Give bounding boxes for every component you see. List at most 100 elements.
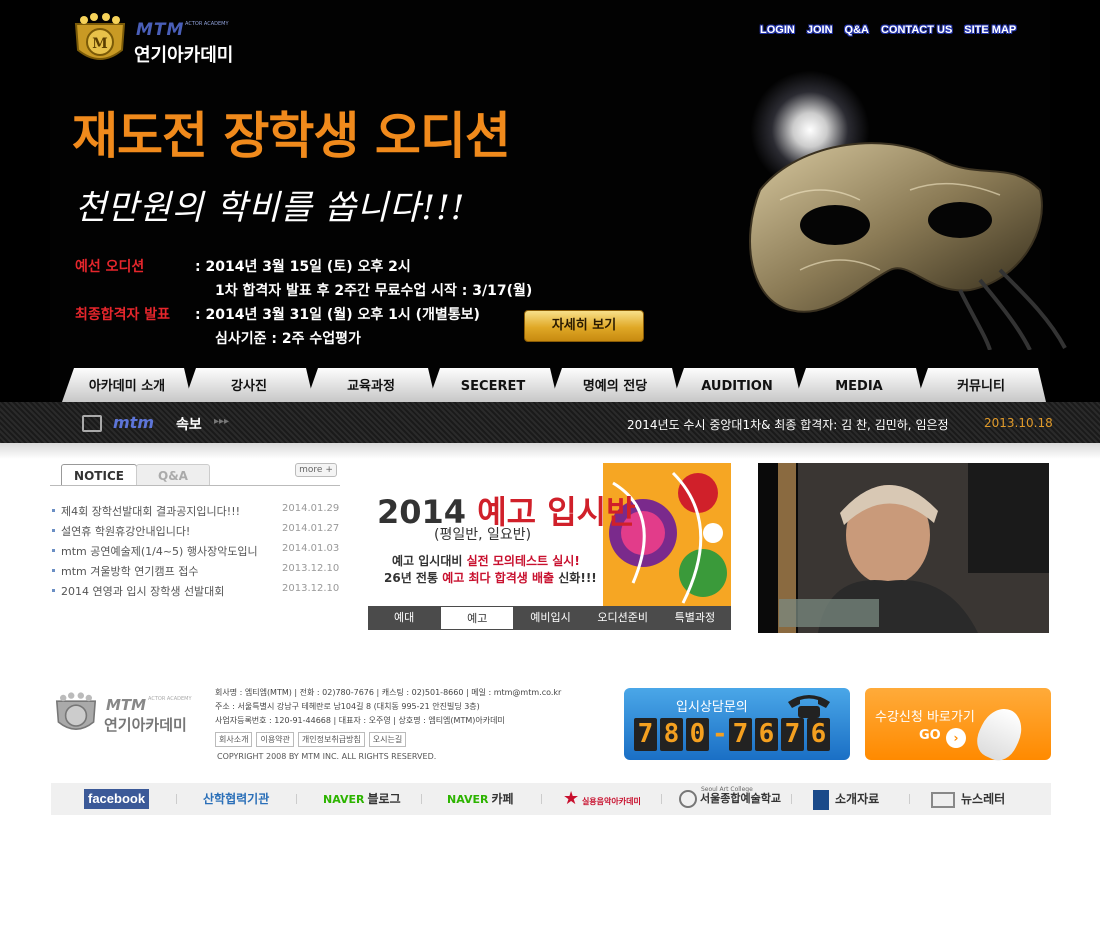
contact-us-link[interactable]: CONTACT US <box>881 24 952 36</box>
phone-dash: - <box>712 719 728 749</box>
industry-partners-link[interactable]: 산학협력기관 <box>203 783 269 815</box>
notice-item[interactable]: 2014 연영과 입시 장학생 선발대회 2013.12.10 <box>52 583 340 601</box>
bullet-icon <box>52 509 55 512</box>
notice-date: 2013.12.10 <box>282 563 340 574</box>
final-announcement-label: 최종합격자 발표 <box>75 307 171 323</box>
notice-date: 2014.01.27 <box>282 523 340 534</box>
site-logo[interactable]: M MTM ACTOR ACADEMY 연기아카데미 <box>70 10 240 70</box>
naver-cafe-link[interactable]: NAVER 카페 <box>447 783 514 815</box>
company-intro-link[interactable]: 회사소개 <box>215 732 253 747</box>
privacy-link[interactable]: 개인정보취급방침 <box>297 732 365 747</box>
mouse-icon <box>970 701 1030 767</box>
prelim-audition-label: 예선 오디션 <box>75 259 145 275</box>
phone-consult-banner[interactable]: 입시상담문의 7 8 0 - 7 6 7 6 <box>624 688 850 760</box>
site-map-link[interactable]: SITE MAP <box>964 24 1016 36</box>
separator <box>541 794 542 804</box>
partner-bar: facebook 산학협력기관 NAVER 블로그 NAVER 카페 ★ 실용음악아… <box>51 783 1051 815</box>
banner-tab-arts-high[interactable]: 예고 <box>440 606 515 630</box>
go-label: GO <box>919 728 941 743</box>
join-link[interactable]: JOIN <box>807 24 833 36</box>
brochure-label: 소개자료 <box>835 792 880 806</box>
notice-date: 2013.12.10 <box>282 583 340 594</box>
separator <box>421 794 422 804</box>
svg-text:M: M <box>92 36 108 52</box>
free-class-info: 1차 합격자 발표 후 2주간 무료수업 시작 : 3/17(월) <box>215 283 533 299</box>
nav-tab-secret[interactable]: SECERET <box>428 368 558 402</box>
separator <box>296 794 297 804</box>
nav-tab-community[interactable]: 커뮤니티 <box>916 368 1046 402</box>
tab-qa[interactable]: Q&A <box>136 464 210 486</box>
logo-brand: MTM <box>136 20 185 40</box>
tab-notice[interactable]: NOTICE <box>61 464 137 486</box>
brochure-link[interactable]: 소개자료 <box>813 783 879 815</box>
phone-number: 7 8 0 - 7 6 7 6 <box>634 718 830 751</box>
nav-tab-hall-of-fame[interactable]: 명예의 전당 <box>550 368 680 402</box>
section-shadow <box>0 443 1100 459</box>
banner-tab-pre-admission[interactable]: 예비입시 <box>514 606 586 630</box>
banner-line-2c: 신화!!! <box>554 571 597 585</box>
mtm-music-academy-link[interactable]: ★ 실용음악아카데미 <box>563 783 641 815</box>
banner-tabs: 예대 예고 예비입시 오디션준비 특별과정 <box>368 606 731 630</box>
ticker-brand: mtm <box>113 413 154 432</box>
telephone-icon <box>788 695 830 718</box>
bullet-icon <box>52 589 55 592</box>
company-info: 회사명 : 엠티엠(MTM) | 전화 : 02)780-7676 | 캐스팅 … <box>215 686 561 728</box>
nav-tab-audition[interactable]: AUDITION <box>672 368 802 402</box>
ticker-headline[interactable]: 2014년도 수시 중앙대1차& 최종 합격자: 김 찬, 김민하, 임은정 <box>627 416 949 433</box>
facebook-link[interactable]: facebook <box>84 789 150 809</box>
promo-banner: 2014 예고 입시반 (평일반, 일요반) 예고 입시대비 실전 모의테스트 … <box>368 463 731 630</box>
logo-subtitle: ACTOR ACADEMY <box>185 21 229 27</box>
seoul-art-college-link[interactable]: Seoul Art College 서울종합예술학교 <box>679 783 781 815</box>
more-button[interactable]: more + <box>295 463 337 477</box>
separator <box>791 794 792 804</box>
banner-line-1b: 실전 모의테스트 실시! <box>466 554 580 568</box>
notice-title: mtm 겨울방학 연기캠프 접수 <box>61 565 199 578</box>
bullet-icon <box>52 549 55 552</box>
notice-item[interactable]: mtm 공연예술제(1/4~5) 행사장악도입니 2014.01.03 <box>52 543 340 561</box>
prelim-audition-date: : 2014년 3월 15일 (토) 오후 2시 <box>195 259 411 275</box>
notice-item[interactable]: mtm 겨울방학 연기캠프 접수 2013.12.10 <box>52 563 340 581</box>
arrow-right-icon: › <box>946 728 966 748</box>
banner-image[interactable]: 2014 예고 입시반 (평일반, 일요반) 예고 입시대비 실전 모의테스트 … <box>368 463 731 606</box>
directions-link[interactable]: 오시는길 <box>368 732 407 747</box>
nav-tab-curriculum[interactable]: 교육과정 <box>306 368 436 402</box>
details-button[interactable]: 자세히 보기 <box>524 310 644 342</box>
banner-line-1a: 예고 입시대비 <box>392 554 467 568</box>
ticker-label: 속보 <box>176 417 202 433</box>
company-info-line: 회사명 : 엠티엠(MTM) | 전화 : 02)780-7676 | 캐스팅 … <box>215 688 562 697</box>
address-line: 주소 : 서울특별시 강남구 테헤란로 남104길 8 (대치동 995-21 … <box>215 702 480 711</box>
newspaper-icon <box>931 791 955 808</box>
notice-date: 2014.01.03 <box>282 543 340 554</box>
banner-line-2b: 예고 최다 합격생 배출 <box>442 571 555 585</box>
notice-item[interactable]: 설연휴 학원휴강안내입니다! 2014.01.27 <box>52 523 340 541</box>
banner-tab-arts-college[interactable]: 예대 <box>368 606 440 630</box>
banner-tab-audition-prep[interactable]: 오디션준비 <box>587 606 659 630</box>
notice-title: 2014 연영과 입시 장학생 선발대회 <box>61 585 225 598</box>
nav-tab-media[interactable]: MEDIA <box>794 368 924 402</box>
banner-tab-special[interactable]: 특별과정 <box>659 606 731 630</box>
naver-blog-link[interactable]: NAVER 블로그 <box>323 783 401 815</box>
footer-logo[interactable]: MTM ACTOR ACADEMY 연기아카데미 <box>52 688 202 740</box>
newsletter-link[interactable]: 뉴스레터 <box>931 783 1005 815</box>
masquerade-mask-image <box>749 142 1067 350</box>
nav-tab-academy[interactable]: 아카데미 소개 <box>62 368 192 402</box>
login-link[interactable]: LOGIN <box>760 24 795 36</box>
logo-name: 연기아카데미 <box>134 45 234 66</box>
star-icon: ★ <box>563 788 580 809</box>
banner-subtitle: (평일반, 일요반) <box>434 527 532 543</box>
video-player[interactable] <box>758 463 1049 633</box>
nav-tab-instructors[interactable]: 강사진 <box>184 368 314 402</box>
notice-panel: NOTICE Q&A more + 제4회 장학선발대회 결과공지입니다!!! 2… <box>50 460 340 610</box>
notice-item[interactable]: 제4회 장학선발대회 결과공지입니다!!! 2014.01.29 <box>52 503 340 521</box>
decorative-swirl-icon <box>603 463 731 606</box>
ticker-date: 2013.10.18 <box>984 416 1053 430</box>
book-icon <box>813 789 829 810</box>
apply-banner[interactable]: 수강신청 바로가기 GO › <box>865 688 1051 767</box>
bullet-icon <box>52 569 55 572</box>
footer-logo-subtitle: ACTOR ACADEMY <box>148 696 192 702</box>
terms-link[interactable]: 이용약관 <box>256 732 294 747</box>
notice-date: 2014.01.29 <box>282 503 340 514</box>
separator <box>661 794 662 804</box>
qa-link[interactable]: Q&A <box>845 24 869 36</box>
notice-divider <box>50 485 340 486</box>
